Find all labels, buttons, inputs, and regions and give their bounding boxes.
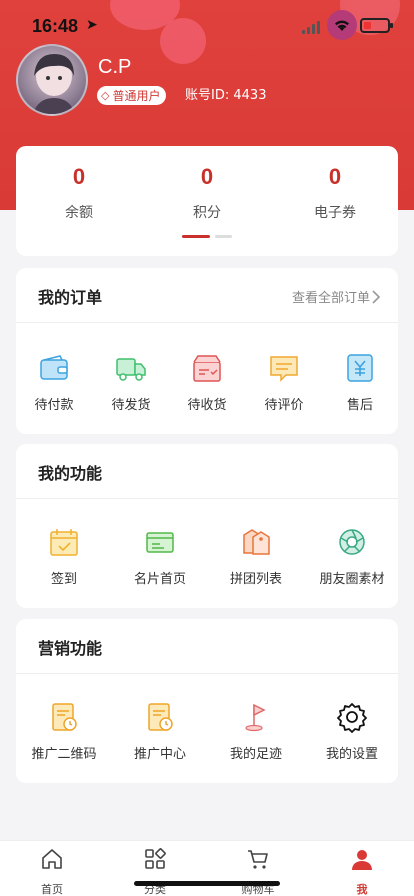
- box-icon: [193, 355, 221, 382]
- promo-doc-icon: [52, 703, 77, 731]
- stat-value: 0: [328, 164, 342, 189]
- item-label: 待评价: [264, 398, 304, 413]
- function-card-home[interactable]: 名片首页: [118, 526, 202, 587]
- tab-label: 我: [356, 883, 368, 896]
- view-all-orders-label: 查看全部订单: [291, 291, 370, 306]
- comment-icon: [270, 356, 298, 382]
- order-pending-payment[interactable]: 待付款: [26, 352, 82, 413]
- item-label: 待付款: [34, 398, 74, 413]
- chevron-right-icon: [372, 289, 381, 304]
- tag-icon: [243, 529, 270, 555]
- aperture-icon: [339, 529, 365, 555]
- item-label: 推广中心: [133, 747, 186, 762]
- item-label: 我的设置: [325, 747, 378, 762]
- account-id: 账号ID: 4433: [185, 86, 266, 105]
- function-check-in[interactable]: 签到: [22, 526, 106, 587]
- card-icon: [146, 532, 174, 553]
- yen-refund-icon: [347, 354, 373, 382]
- item-label: 拼团列表: [229, 572, 282, 587]
- promo-center-icon: [148, 703, 173, 731]
- diamond-icon: ◇: [101, 89, 110, 102]
- item-label: 签到: [50, 572, 77, 587]
- tab-label: 首页: [41, 883, 63, 896]
- battery-icon: [360, 18, 393, 33]
- flag-icon: [245, 703, 266, 732]
- tab-cart[interactable]: 购物车: [206, 847, 310, 896]
- stat-value: 0: [72, 164, 86, 189]
- member-level-badge: ◇ 普通用户: [97, 86, 167, 105]
- item-label: 名片首页: [133, 572, 186, 587]
- item-label: 待收货: [187, 398, 227, 413]
- user-icon: [352, 850, 372, 870]
- grid-icon: [145, 848, 166, 869]
- order-after-sales[interactable]: 售后: [332, 352, 388, 413]
- home-icon: [42, 849, 62, 869]
- avatar[interactable]: [16, 44, 88, 116]
- item-label: 推广二维码: [31, 747, 97, 762]
- wallet-stats-card: 0 余额 0 积分 0 电子券: [16, 146, 398, 256]
- divider: [16, 673, 398, 674]
- stat-value: 0: [200, 164, 214, 189]
- functions-card: 我的功能 签到 名片首页 拼团列表 朋友圈素材: [16, 444, 398, 608]
- wallet-icon: [40, 355, 68, 380]
- marketing-card: 营销功能 推广二维码 推广中心 我的足迹 我的设置: [16, 619, 398, 783]
- gear-icon: [337, 703, 367, 733]
- truck-icon: [116, 358, 146, 381]
- divider: [16, 322, 398, 323]
- tab-me[interactable]: 我: [310, 847, 414, 896]
- item-label: 售后: [346, 398, 373, 413]
- wifi-icon: [327, 10, 357, 40]
- stat-balance[interactable]: 0 余额: [16, 164, 142, 222]
- stat-points[interactable]: 0 积分: [144, 164, 270, 222]
- view-all-orders-link[interactable]: 查看全部订单: [292, 287, 382, 306]
- tab-category[interactable]: 分类: [103, 847, 207, 896]
- order-pending-receipt[interactable]: 待收货: [179, 352, 235, 413]
- function-moments-material[interactable]: 朋友圈素材: [310, 526, 394, 587]
- item-label: 我的足迹: [229, 747, 282, 762]
- username: C.P: [98, 56, 132, 78]
- divider: [16, 498, 398, 499]
- item-label: 待发货: [111, 398, 151, 413]
- marketing-my-settings[interactable]: 我的设置: [310, 701, 394, 762]
- orders-title: 我的订单: [38, 288, 103, 307]
- stat-label: 余额: [65, 205, 93, 221]
- cellular-signal-icon: [302, 20, 322, 34]
- function-group-buy-list[interactable]: 拼团列表: [214, 526, 298, 587]
- bottom-tab-bar: 首页 分类 购物车 我: [0, 840, 414, 896]
- functions-title: 我的功能: [38, 464, 103, 483]
- account-id-value: 4433: [233, 88, 267, 103]
- location-arrow-icon: ➤: [86, 17, 98, 33]
- member-level-label: 普通用户: [112, 89, 161, 103]
- marketing-promo-center[interactable]: 推广中心: [118, 701, 202, 762]
- item-label: 朋友圈素材: [319, 572, 385, 587]
- account-id-label: 账号ID:: [185, 88, 230, 103]
- home-indicator: [134, 881, 280, 886]
- stat-label: 电子券: [314, 205, 356, 221]
- order-pending-review[interactable]: 待评价: [256, 352, 312, 413]
- orders-card: 我的订单 查看全部订单 待付款 待发货 待收货 待评价 售后: [16, 268, 398, 434]
- calendar-check-icon: [50, 529, 78, 556]
- stat-label: 积分: [193, 205, 221, 221]
- status-time: 16:48: [32, 16, 79, 36]
- cart-icon: [248, 850, 268, 869]
- marketing-my-footprint[interactable]: 我的足迹: [214, 701, 298, 762]
- stat-coupons[interactable]: 0 电子券: [272, 164, 398, 222]
- order-pending-shipment[interactable]: 待发货: [103, 352, 159, 413]
- tab-home[interactable]: 首页: [0, 847, 104, 896]
- marketing-promo-qrcode[interactable]: 推广二维码: [22, 701, 106, 762]
- marketing-title: 营销功能: [38, 639, 103, 658]
